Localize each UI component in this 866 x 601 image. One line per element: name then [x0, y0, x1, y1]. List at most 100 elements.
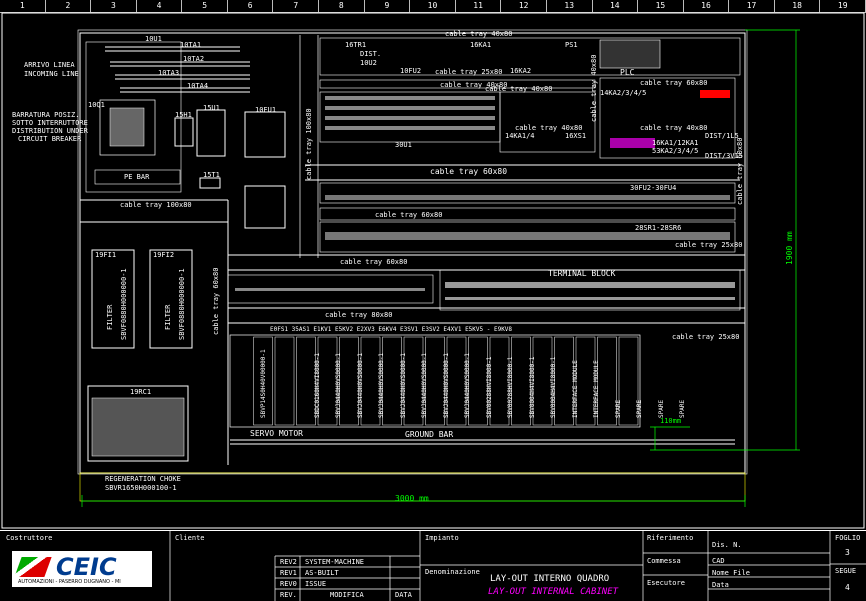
dim-3000mm: 3000 mm: [395, 494, 429, 503]
drive-module-label: SPARE: [657, 399, 665, 418]
tb-nome-file: Nome File: [712, 569, 750, 577]
filter-1-code: SBVF0880H000000-1: [120, 268, 128, 340]
tb-title-it: LAY-OUT INTERNO QUADRO: [490, 574, 610, 584]
cable-tray-40x80-vert: cable tray 40x80: [590, 54, 598, 122]
tb-cliente: Cliente: [175, 534, 205, 542]
filter-1-tag: 19FI1: [95, 251, 117, 259]
regen-choke-label: REGENERATION CHOKE: [105, 475, 181, 483]
flag-stripes-icon: [14, 557, 52, 577]
drive-module-label: SPARE: [614, 399, 622, 418]
device-15u1: 15U1: [203, 104, 220, 112]
cabinet-drawing: [1, 12, 865, 529]
tb-data: DATA: [395, 591, 412, 599]
tb-rev0: REV0: [280, 580, 297, 588]
device-10q1: 10Q1: [88, 101, 105, 109]
drive-module-box: [339, 336, 359, 426]
tb-foglio-val: 3: [845, 548, 850, 557]
ceic-logo: CEIC AUTOMAZIONI - PASERRO DUGNANO - MI: [12, 551, 152, 587]
plc-label: PLC: [620, 68, 635, 77]
tb-esecutore: Esecutore: [647, 579, 685, 587]
regen-choke-code: SBVR1650H000100-1: [105, 484, 177, 492]
logo-name: CEIC: [56, 553, 117, 581]
tb-foglio: FOGLIO: [835, 534, 861, 542]
cable-tray-60x80-a: cable tray 60x80: [640, 79, 708, 87]
tb-rev1: REV1: [280, 569, 297, 577]
incoming-line-label-en: INCOMING LINE: [24, 70, 79, 78]
device-10u1: 10U1: [145, 35, 162, 43]
pe-bar-label: PE BAR: [124, 173, 150, 181]
device-dist: DIST.: [360, 50, 382, 58]
drive-module-box: [274, 336, 295, 426]
drive-module-label: SBVJ0440H0VS0000-1: [442, 352, 450, 418]
device-16ka1-b: 16KA1/12KA1: [652, 139, 699, 147]
drive-module-box: [597, 336, 617, 426]
tb-impianto: Impianto: [425, 534, 459, 542]
tb-rev1-desc: AS-BUILT: [305, 569, 339, 577]
cable-tray-100x80-a: cable tray 100x80: [120, 201, 192, 209]
busbar-label-3: DISTRIBUTION UNDER: [12, 127, 88, 135]
device-ps1: PS1: [565, 41, 578, 49]
busbar-label-1: BARRATURA POSIZ.: [12, 111, 80, 119]
drive-module-label: SBVJ0440H0VS0000-1: [464, 352, 471, 418]
drive-module-label: SBVP14S0H40V00000-1: [260, 349, 267, 418]
drive-module-label: SBV0004H4VI8000-1: [550, 356, 557, 418]
drive-row-header: E0FS1 35AS1 E1KV1 E5KV2 E2XV3 E6KV4 E3SV…: [270, 326, 513, 333]
logo-subtitle: AUTOMAZIONI - PASERRO DUGNANO - MI: [18, 579, 121, 585]
filter-2-code: SBVF0880H000000-1: [178, 268, 186, 340]
cable-tray-60x80-c: cable tray 60x80: [375, 211, 443, 219]
terminal-block-label: TERMINAL BLOCK: [548, 269, 616, 278]
device-dist-10u2: 10U2: [360, 59, 377, 67]
filter-2-tag: 19FI2: [153, 251, 175, 259]
dim-1900mm: 1900 mm: [785, 231, 794, 265]
choke-tag: 19RC1: [130, 388, 152, 396]
tb-rev2: REV2: [280, 558, 297, 566]
cable-tray-60x80-b: cable tray 60x80: [430, 167, 508, 176]
cable-tray-40x80-d: cable tray 40x80: [515, 124, 583, 132]
tb-segue-val: 4: [845, 583, 850, 592]
cable-tray-40x80-c: cable tray 40x80: [485, 85, 553, 93]
cable-tray-60x80-d: cable tray 60x80: [340, 258, 408, 266]
drive-module-label: SBVJ0440H0VS0000-1: [356, 352, 364, 418]
device-10fu1: 10FU1: [255, 106, 277, 114]
device-dist-3v15: DIST/3V15: [705, 152, 743, 160]
busbar-label-4: CIRCUIT BREAKER: [18, 135, 82, 143]
tb-commessa: Commessa: [647, 557, 681, 565]
servo-motor-label: SERVO MOTOR: [250, 429, 303, 438]
tb-denominazione: Denominazione: [425, 568, 480, 576]
drive-module-label: SBDC0160H4VI8000-1: [313, 352, 321, 418]
cable-tray-40x80-top: cable tray 40x80: [445, 30, 513, 38]
cable-tray-25x80-top: cable tray 25x80: [435, 68, 503, 76]
device-30fu: 30FU2-30FU4: [630, 184, 677, 192]
device-dist-1l5: DIST/1L5: [705, 132, 739, 140]
cable-tray-60x80-e: cable tray 60x80: [736, 137, 744, 205]
cable-tray-25x80-b: cable tray 25x80: [675, 241, 743, 249]
drive-module-label: SBVJ0440H0VS0000-1: [378, 352, 385, 418]
device-10ta1: 10TA1: [180, 41, 202, 49]
drive-module-box: [425, 336, 445, 426]
drive-module-label: SBV00288HVI8000-1: [485, 356, 493, 418]
tb-costruttore: Costruttore: [6, 534, 53, 542]
tb-segue: SEGUE: [835, 567, 857, 575]
filter-2-label: FILTER: [164, 304, 172, 330]
filter-1-label: FILTER: [106, 304, 114, 330]
drive-module-label: SBVJ0440H0VS0000-1: [335, 352, 342, 418]
dim-110mm: 110mm: [660, 417, 682, 425]
drive-module-box: [382, 336, 402, 426]
drive-module-label: SBV00288HVI8000-1: [507, 356, 514, 418]
device-15h1: 15H1: [175, 111, 192, 119]
tb-title-en: LAY-OUT INTERNAL CABINET: [488, 587, 619, 597]
device-28sr: 28SR1-28SR6: [635, 224, 682, 232]
cable-tray-60x80-f: cable tray 60x80: [212, 267, 220, 335]
cable-tray-40x80-e: cable tray 40x80: [640, 124, 708, 132]
device-10ta4: 10TA4: [187, 82, 209, 90]
device-10fu2: 10FU2: [400, 67, 422, 75]
tb-rev: REV.: [280, 591, 297, 599]
drive-module-box: [468, 336, 488, 426]
tb-dis-n: Dis. N.: [712, 541, 742, 549]
drive-module-label: SPARE: [679, 399, 686, 418]
ground-bar-label: GROUND BAR: [405, 430, 454, 439]
cable-tray-80x80: cable tray 80x80: [325, 311, 393, 319]
device-10ta3: 10TA3: [158, 69, 180, 77]
drive-module-box: [511, 336, 531, 426]
drive-module-label: SBVJ0440H0VS0000-1: [421, 352, 428, 418]
